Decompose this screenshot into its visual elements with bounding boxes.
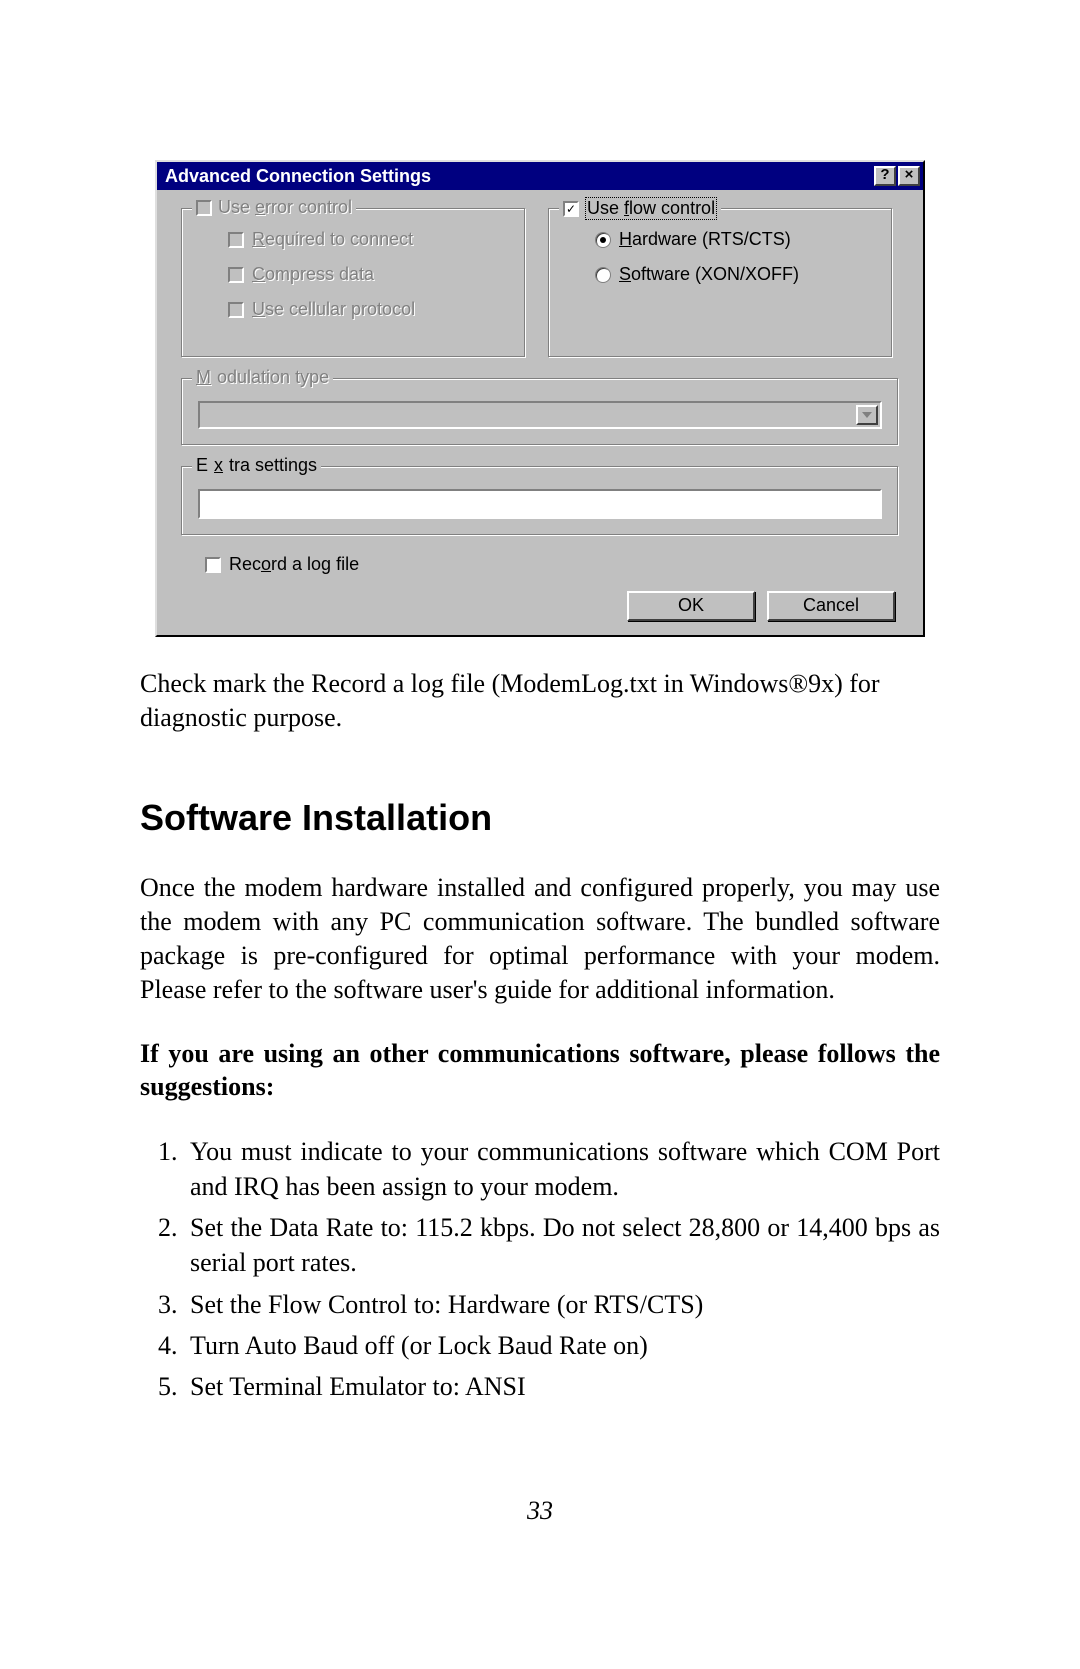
- software-radio[interactable]: [595, 267, 611, 283]
- titlebar-buttons: ? ×: [872, 166, 920, 186]
- modulation-legend: Modulation type: [192, 367, 333, 388]
- list-item: Set the Flow Control to: Hardware (or RT…: [184, 1287, 940, 1322]
- list-item: Set Terminal Emulator to: ANSI: [184, 1369, 940, 1404]
- para-logfile: Check mark the Record a log file (ModemL…: [140, 667, 940, 735]
- required-checkbox: [228, 232, 244, 248]
- error-control-group: Use error control Required to connect Co…: [181, 208, 526, 358]
- software-radio-row[interactable]: Software (XON/XOFF): [595, 264, 876, 285]
- suggestions-list: You must indicate to your communications…: [140, 1134, 940, 1404]
- cellular-row: Use cellular protocol: [228, 299, 509, 320]
- extra-settings-input[interactable]: [198, 489, 882, 519]
- software-installation-heading: Software Installation: [140, 795, 940, 842]
- list-item: Set the Data Rate to: 115.2 kbps. Do not…: [184, 1210, 940, 1280]
- document-body: Check mark the Record a log file (ModemL…: [140, 667, 940, 1528]
- record-log-label: Record a log file: [229, 554, 359, 575]
- record-log-checkbox[interactable]: [205, 557, 221, 573]
- error-control-label: Use error control: [218, 197, 352, 218]
- dialog-title: Advanced Connection Settings: [165, 166, 872, 187]
- required-label: Required to connect: [252, 229, 413, 250]
- close-button[interactable]: ×: [898, 166, 920, 186]
- advanced-connection-dialog: Advanced Connection Settings ? × Use err…: [155, 160, 925, 637]
- flow-control-label: Use flow control: [585, 197, 717, 220]
- dialog-titlebar: Advanced Connection Settings ? ×: [157, 162, 923, 190]
- list-item: You must indicate to your communications…: [184, 1134, 940, 1204]
- para-intro: Once the modem hardware installed and co…: [140, 871, 940, 1006]
- dialog-button-row: OK Cancel: [181, 591, 899, 621]
- record-log-row[interactable]: Record a log file: [205, 554, 899, 575]
- para-suggestions-lead: If you are using an other communications…: [140, 1037, 940, 1105]
- cellular-label: Use cellular protocol: [252, 299, 415, 320]
- hardware-label: Hardware (RTS/CTS): [619, 229, 791, 250]
- document-page: Advanced Connection Settings ? × Use err…: [0, 0, 1080, 1608]
- ok-button[interactable]: OK: [627, 591, 755, 621]
- dialog-body: Use error control Required to connect Co…: [157, 190, 923, 635]
- page-number: 33: [140, 1494, 940, 1528]
- flow-control-group: ✓ Use flow control Hardware (RTS/CTS) So…: [548, 208, 893, 358]
- hardware-radio-row[interactable]: Hardware (RTS/CTS): [595, 229, 876, 250]
- required-to-connect-row: Required to connect: [228, 229, 509, 250]
- extra-settings-legend: Extra settings: [192, 455, 321, 476]
- cancel-button[interactable]: Cancel: [767, 591, 895, 621]
- use-error-control-checkbox: [196, 200, 212, 216]
- cellular-checkbox: [228, 302, 244, 318]
- compress-label: Compress data: [252, 264, 374, 285]
- software-label: Software (XON/XOFF): [619, 264, 799, 285]
- compress-data-row: Compress data: [228, 264, 509, 285]
- dropdown-arrow-icon: [856, 405, 878, 425]
- extra-settings-group: Extra settings: [181, 466, 899, 536]
- use-flow-control-checkbox[interactable]: ✓: [563, 201, 579, 217]
- help-button[interactable]: ?: [874, 166, 896, 186]
- flow-control-legend: ✓ Use flow control: [559, 197, 721, 220]
- hardware-radio[interactable]: [595, 232, 611, 248]
- modulation-group: Modulation type: [181, 378, 899, 446]
- compress-checkbox: [228, 267, 244, 283]
- modulation-dropdown: [198, 401, 882, 429]
- list-item: Turn Auto Baud off (or Lock Baud Rate on…: [184, 1328, 940, 1363]
- error-control-legend: Use error control: [192, 197, 356, 218]
